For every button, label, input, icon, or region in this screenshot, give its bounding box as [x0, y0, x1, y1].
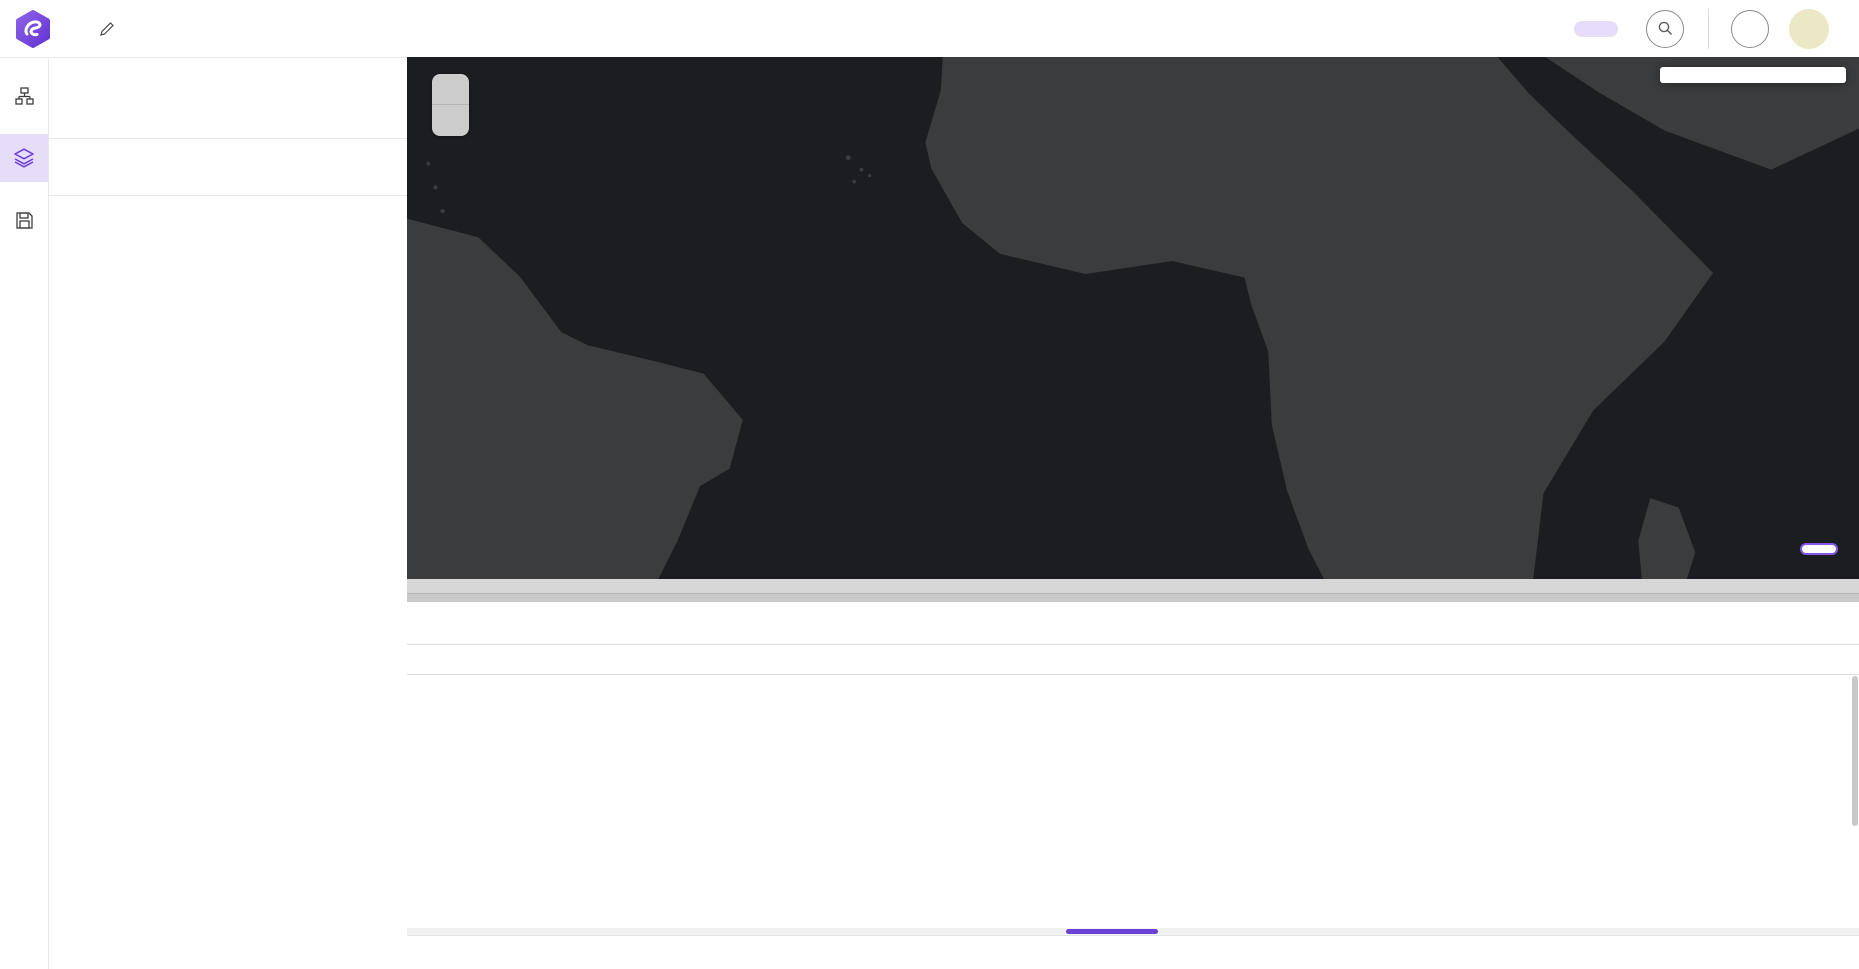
hscroll-thumb[interactable]	[1066, 929, 1158, 934]
view-tabbar	[407, 935, 1859, 969]
map-context-menu	[1660, 67, 1846, 83]
layer-list	[49, 110, 407, 116]
knowledge-studio-logo-icon	[14, 10, 52, 48]
table-vertical-scrollbar[interactable]	[1852, 676, 1858, 927]
app-root	[0, 0, 1859, 969]
layers-icon	[13, 147, 35, 169]
data-model-icon	[15, 87, 34, 106]
basemap-land-shapes	[407, 57, 1859, 593]
map-view[interactable]	[407, 57, 1859, 593]
attribute-table	[407, 602, 1859, 935]
basemap-row[interactable]	[49, 138, 407, 196]
map-attribution	[407, 579, 1859, 593]
zoom-control	[432, 74, 469, 136]
left-toolbar	[0, 57, 48, 969]
zoom-in-button[interactable]	[432, 74, 469, 105]
data-model-button[interactable]	[0, 72, 48, 120]
content-area	[407, 57, 1859, 969]
close-table-button[interactable]	[1800, 543, 1838, 555]
vscroll-thumb[interactable]	[1852, 676, 1858, 826]
zoom-out-button[interactable]	[432, 105, 469, 136]
map-contents-header	[49, 58, 407, 110]
map-table-resize-handle[interactable]	[407, 593, 1859, 602]
save-button[interactable]	[0, 196, 48, 244]
header-divider	[1708, 9, 1709, 49]
table-partial-row-clip	[407, 675, 1859, 688]
app-header	[0, 0, 1859, 57]
edit-title-button[interactable]	[98, 20, 116, 38]
map-contents-panel	[48, 57, 407, 969]
pencil-icon	[98, 20, 116, 38]
table-titlebar	[407, 602, 1859, 644]
beta-badge	[1574, 21, 1618, 37]
expand-rail-button[interactable]	[0, 911, 48, 959]
table-horizontal-scrollbar[interactable]	[407, 928, 1859, 935]
layers-button[interactable]	[0, 134, 48, 182]
table-header-row	[407, 644, 1859, 675]
search-icon	[1657, 20, 1674, 37]
search-button[interactable]	[1646, 10, 1684, 48]
help-button[interactable]	[1731, 10, 1769, 48]
save-icon	[15, 211, 34, 230]
user-avatar[interactable]	[1789, 9, 1829, 49]
